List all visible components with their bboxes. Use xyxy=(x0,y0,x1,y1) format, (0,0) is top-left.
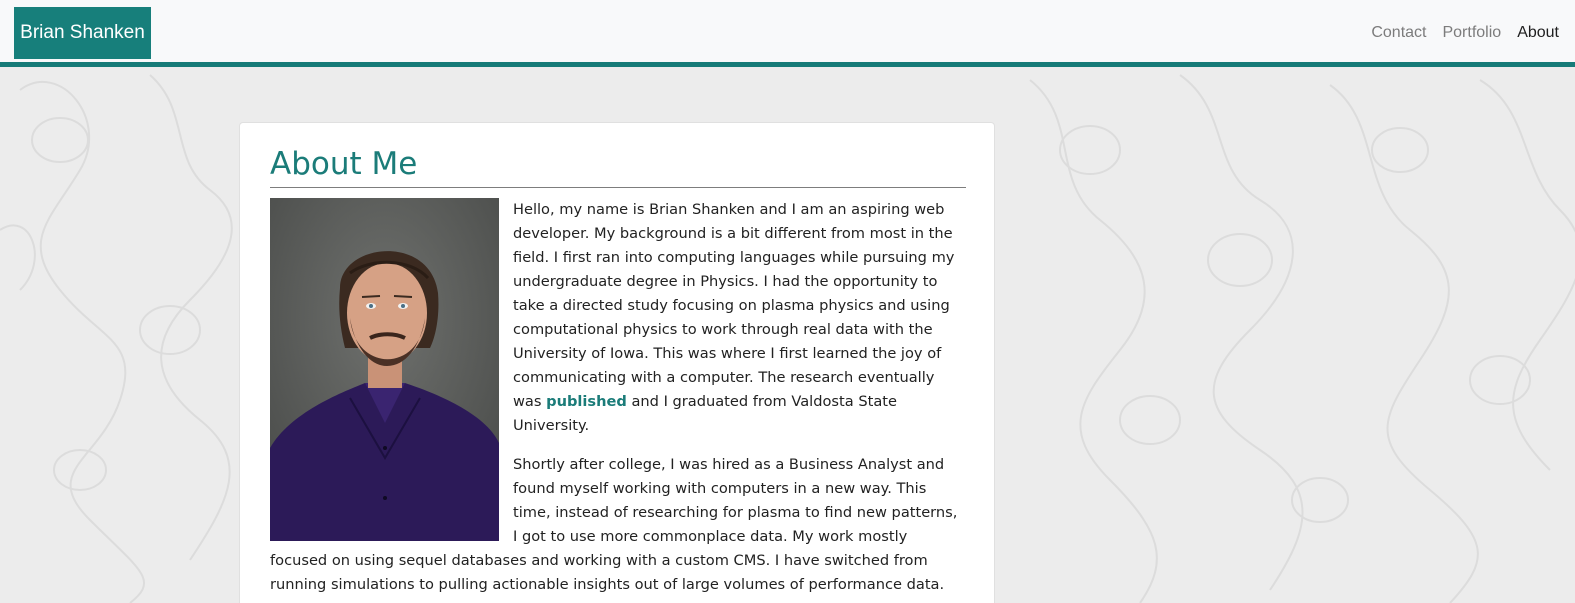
nav-link-about[interactable]: About xyxy=(1517,22,1559,44)
page-title: About Me xyxy=(270,143,966,188)
nav-links: Contact Portfolio About xyxy=(1355,22,1559,44)
top-navbar: Brian Shanken Contact Portfolio About xyxy=(0,0,1575,67)
nav-link-portfolio[interactable]: Portfolio xyxy=(1442,22,1501,44)
intro-text-start: Hello, my name is Brian Shanken and I am… xyxy=(513,201,955,410)
about-content: Hello, my name is Brian Shanken and I am… xyxy=(270,198,966,597)
nav-link-contact[interactable]: Contact xyxy=(1371,22,1426,44)
about-card: About Me Hello, my name is Brian Shanken… xyxy=(239,122,995,603)
brand-logo-link[interactable]: Brian Shanken xyxy=(14,7,151,59)
published-link[interactable]: published xyxy=(546,393,627,410)
profile-photo xyxy=(270,198,499,541)
